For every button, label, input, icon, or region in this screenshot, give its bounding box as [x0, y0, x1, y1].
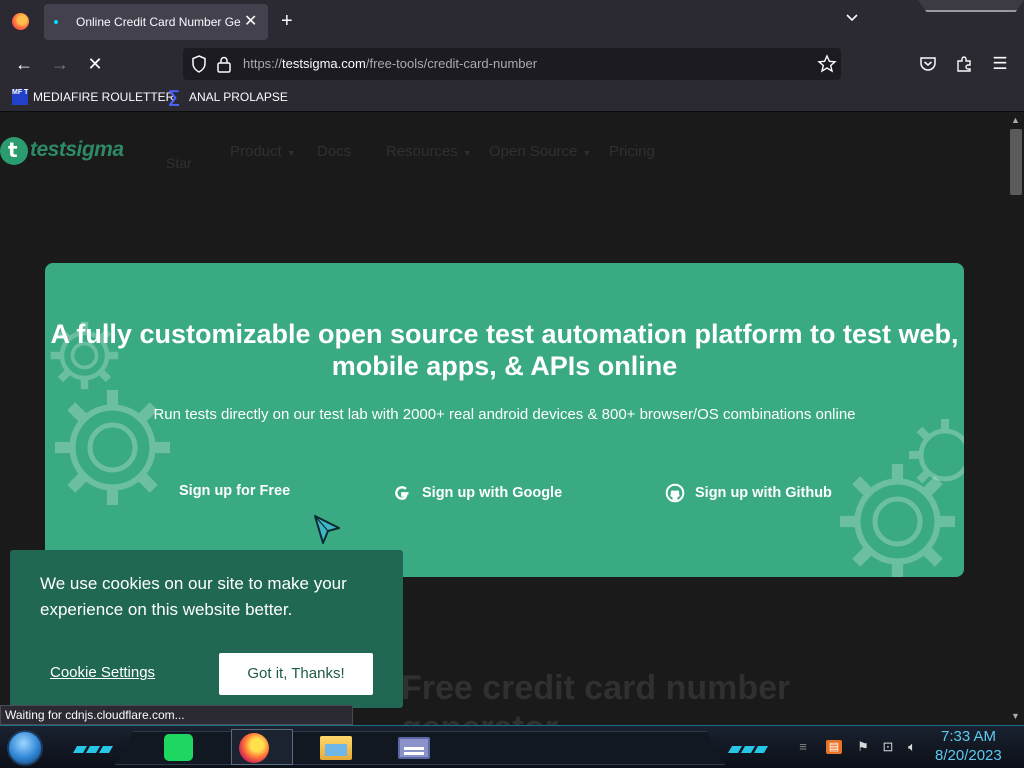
nav-resources[interactable]: Resources ▼ [386, 143, 472, 160]
tab-loading-icon [54, 20, 58, 24]
signup-google-button[interactable]: Sign up with Google [392, 483, 562, 503]
url-text: https://testsigma.com/free-tools/credit-… [243, 56, 538, 71]
tab-close-icon[interactable]: ✕ [244, 11, 257, 31]
cookie-accept-button[interactable]: Got it, Thanks! [219, 653, 373, 695]
gear-icon [909, 419, 964, 484]
hero-banner: A fully customizable open source test au… [45, 263, 964, 577]
cookie-banner: We use cookies on our site to make your … [10, 550, 403, 708]
signup-github-button[interactable]: Sign up with Github [665, 483, 832, 503]
section-title: Free credit card number [401, 669, 791, 707]
file-explorer-taskbar-icon[interactable] [320, 733, 352, 763]
taskbar-decoration [727, 740, 769, 753]
chevron-down-icon: ▼ [286, 148, 296, 158]
github-icon [665, 483, 685, 503]
mouse-cursor-icon [314, 515, 340, 544]
tab-bar: Online Credit Card Number Ger ✕ + [0, 0, 1024, 44]
start-button[interactable] [7, 730, 43, 766]
bookmark-star-icon[interactable] [817, 54, 837, 74]
lock-icon[interactable] [216, 55, 232, 73]
clock-time[interactable]: 7:33 AM [941, 728, 996, 745]
taskbar-decoration [72, 740, 114, 753]
stop-loading-icon[interactable]: ✕ [83, 52, 107, 76]
page-scrollbar[interactable]: ▲ ▼ [1008, 113, 1024, 725]
extensions-puzzle-icon[interactable] [955, 55, 973, 73]
bookmark-sigma-icon: ∑ [168, 87, 181, 106]
tray-app-icon[interactable]: ▤ [826, 740, 842, 754]
taskbar: ≡ ▤ ⚑ ⊡ 🔈︎ 7:33 AM 8/20/2023 [0, 725, 1024, 768]
network-icon[interactable]: ⊡ [880, 740, 896, 754]
bookmarks-toolbar: MF T MEDIAFIRE ROULETTER ∑ ANAL PROLAPSE [0, 84, 1024, 112]
nav-pricing[interactable]: Pricing [609, 143, 655, 160]
window-taskbar-icon[interactable] [398, 733, 430, 763]
bookmark-anal-prolapse[interactable]: ∑ ANAL PROLAPSE [168, 87, 288, 107]
chevron-down-icon: ▼ [462, 148, 472, 158]
hero-title: A fully customizable open source test au… [50, 319, 959, 381]
volume-icon[interactable]: 🔈︎ [904, 740, 920, 754]
forward-arrow-icon[interactable]: → [48, 52, 72, 76]
nav-docs[interactable]: Docs [317, 143, 351, 160]
nav-open-source[interactable]: Open Source ▼ [489, 143, 591, 160]
tab-active[interactable]: Online Credit Card Number Ger ✕ [44, 4, 268, 40]
scroll-up-arrow-icon[interactable]: ▲ [1011, 115, 1020, 125]
hero-subtitle: Run tests directly on our test lab with … [153, 406, 856, 423]
spotify-taskbar-icon[interactable] [163, 733, 195, 763]
nav-product[interactable]: Product ▼ [230, 143, 296, 160]
logo-text: testsigma [30, 138, 124, 161]
status-bar: Waiting for cdnjs.cloudflare.com... [0, 705, 353, 725]
action-center-flag-icon[interactable]: ⚑ [855, 740, 871, 754]
chevron-down-icon: ▼ [582, 148, 592, 158]
back-arrow-icon[interactable]: ← [12, 52, 36, 76]
testsigma-logo-icon [0, 137, 28, 165]
github-star-link[interactable]: Star [166, 155, 192, 171]
tab-title: Online Credit Card Number Ger [76, 15, 241, 29]
tray-lines-icon[interactable]: ≡ [795, 740, 811, 754]
clock-date[interactable]: 8/20/2023 [935, 747, 1002, 764]
scrollbar-thumb[interactable] [1010, 129, 1022, 195]
signup-free-button[interactable]: Sign up for Free [179, 483, 290, 499]
google-icon [395, 486, 409, 500]
firefox-menu-icon[interactable] [12, 13, 29, 30]
cookie-message: We use cookies on our site to make your … [40, 574, 347, 619]
hamburger-menu-icon[interactable]: ☰ [988, 52, 1012, 76]
firefox-taskbar-icon[interactable] [238, 733, 270, 763]
section-title-line2: generator [401, 709, 558, 725]
pocket-icon[interactable] [919, 55, 937, 73]
mediafire-icon: MF T [12, 89, 28, 105]
navigation-toolbar: ← → ✕ https://testsigma.com/free-tools/c… [0, 44, 1024, 84]
tracking-shield-icon[interactable] [189, 54, 209, 74]
bookmark-mediafire[interactable]: MF T MEDIAFIRE ROULETTER [12, 89, 174, 107]
url-bar[interactable]: https://testsigma.com/free-tools/credit-… [183, 48, 841, 80]
cookie-settings-link[interactable]: Cookie Settings [50, 664, 155, 681]
scroll-down-arrow-icon[interactable]: ▼ [1011, 711, 1020, 721]
list-tabs-chevron-icon[interactable] [846, 12, 858, 24]
new-tab-button[interactable]: + [281, 10, 293, 33]
window-controls[interactable] [918, 0, 1024, 12]
